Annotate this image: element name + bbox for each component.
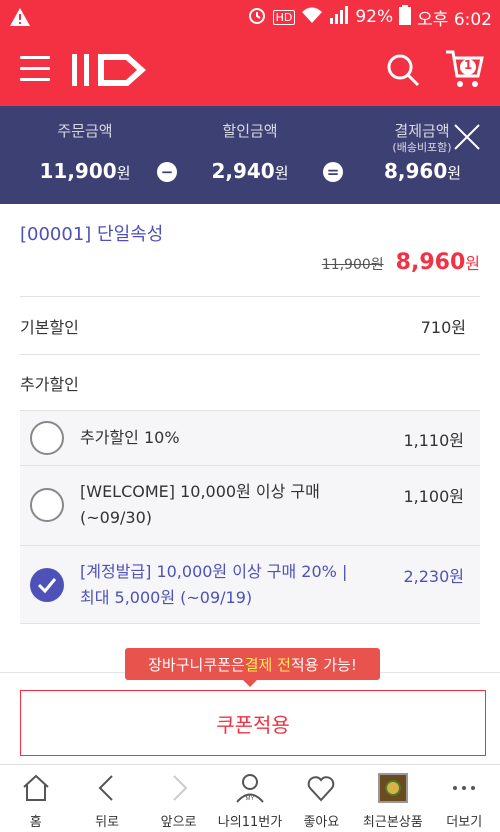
warning-icon	[8, 6, 32, 28]
nav-label: 더보기	[446, 815, 483, 830]
basic-discount-amount: 710원	[420, 317, 466, 337]
logo[interactable]	[70, 50, 150, 92]
cart-icon[interactable]: 1	[444, 48, 484, 90]
nav-my11st[interactable]: MY 나의11번가	[214, 765, 285, 832]
equals-icon: =	[323, 162, 343, 182]
nav-label: 앞으로	[160, 815, 197, 830]
wifi-icon	[301, 6, 323, 29]
order-amount-unit: 원	[116, 164, 131, 182]
extra-discount-label: 추가할인	[20, 374, 79, 394]
hd-badge: HD	[272, 9, 296, 25]
option-text-line1: [계정발급] 10,000원 이상 구매 20% |	[80, 562, 348, 581]
payment-amount-unit: 원	[447, 164, 462, 182]
signal-icon	[329, 5, 349, 29]
radio-unchecked-icon[interactable]	[30, 421, 64, 455]
close-icon[interactable]	[452, 122, 482, 152]
nav-label: 뒤로	[95, 815, 120, 830]
nav-label: 나의11번가	[217, 815, 283, 830]
extra-discount-options: 추가할인 10% 1,110원 [WELCOME] 10,000원 이상 구매 …	[20, 410, 480, 624]
option-amount: 1,110원	[403, 431, 464, 450]
forward-icon	[172, 775, 187, 801]
app-header: 1	[0, 34, 500, 106]
order-amount-value: 11,900	[39, 159, 117, 183]
discount-amount-label: 할인금액	[222, 122, 278, 140]
home-icon	[23, 774, 49, 801]
my-icon: MY	[236, 774, 264, 803]
tooltip-text-post: 적용 가능!	[290, 655, 357, 674]
nav-forward[interactable]: 앞으로	[143, 765, 214, 832]
option-item[interactable]: [WELCOME] 10,000원 이상 구매 (~09/30) 1,100원	[20, 465, 480, 545]
option-text-line1: [WELCOME] 10,000원 이상 구매	[80, 482, 320, 501]
payment-amount-value: 8,960	[384, 159, 448, 183]
nav-label: 최근본상품	[362, 815, 423, 830]
option-text-line2: 최대 5,000원 (~09/19)	[80, 588, 253, 607]
final-price-unit: 원	[465, 254, 480, 273]
back-icon	[98, 775, 113, 801]
radio-unchecked-icon[interactable]	[30, 488, 64, 522]
nav-home[interactable]: 홈	[0, 765, 71, 832]
nav-recent[interactable]: 최근본상품	[357, 765, 428, 832]
order-amount-label: 주문금액	[57, 122, 113, 140]
tooltip-highlight: 결제 전	[244, 655, 291, 674]
search-icon[interactable]	[385, 52, 421, 88]
product-title: [00001] 단일속성	[20, 224, 164, 245]
discount-amount: 할인금액 2,940원	[195, 120, 305, 183]
tooltip-text-pre: 장바구니쿠폰은	[148, 655, 245, 674]
product-prices: 11,900원 8,960원	[322, 250, 480, 275]
minus-icon: −	[157, 162, 177, 182]
radio-checked-icon[interactable]	[30, 568, 64, 602]
recent-product-thumbnail	[377, 773, 408, 803]
coupon-tooltip: 장바구니쿠폰은 결제 전 적용 가능!	[125, 648, 380, 687]
basic-discount-label: 기본할인	[20, 317, 79, 337]
menu-icon[interactable]	[20, 56, 50, 82]
basic-discount-row: 기본할인 710원	[20, 296, 480, 354]
clock: 오후 6:02	[417, 9, 492, 30]
nav-more[interactable]: 더보기	[429, 765, 500, 832]
battery-icon	[399, 4, 412, 30]
option-text-line2: (~09/30)	[80, 508, 152, 527]
order-amount: 주문금액 11,900원	[30, 120, 140, 183]
option-item[interactable]: 추가할인 10% 1,110원	[20, 411, 480, 465]
option-amount: 2,230원	[403, 567, 464, 586]
apply-coupon-button[interactable]: 쿠폰적용	[20, 690, 486, 756]
nav-label: 홈	[29, 815, 42, 830]
status-bar: HD 92% 오후 6:02	[0, 0, 500, 34]
discount-amount-unit: 원	[274, 164, 289, 182]
option-text: [WELCOME] 10,000원 이상 구매 (~09/30)	[80, 479, 320, 531]
original-price: 11,900원	[321, 257, 384, 273]
bottom-nav: 홈 뒤로 앞으로 MY 나의11번가 좋아요 최근본상품 더보기	[0, 764, 500, 832]
option-text: [계정발급] 10,000원 이상 구매 20% | 최대 5,000원 (~0…	[80, 559, 347, 611]
option-text: 추가할인 10%	[80, 428, 180, 447]
svg-text:MY: MY	[245, 796, 254, 802]
option-amount: 1,100원	[403, 487, 464, 506]
heart-icon	[308, 776, 335, 802]
more-icon	[453, 786, 476, 790]
option-item[interactable]: [계정발급] 10,000원 이상 구매 20% | 최대 5,000원 (~0…	[20, 545, 480, 625]
nav-label: 좋아요	[303, 815, 340, 830]
battery-percent: 92%	[355, 7, 394, 27]
extra-discount-row: 추가할인	[20, 354, 480, 410]
cart-count-badge: 1	[463, 58, 473, 72]
nav-likes[interactable]: 좋아요	[286, 765, 357, 832]
final-price: 8,960	[395, 250, 466, 275]
discount-amount-value: 2,940	[211, 159, 275, 183]
nav-back[interactable]: 뒤로	[71, 765, 142, 832]
alarm-icon	[247, 5, 267, 30]
